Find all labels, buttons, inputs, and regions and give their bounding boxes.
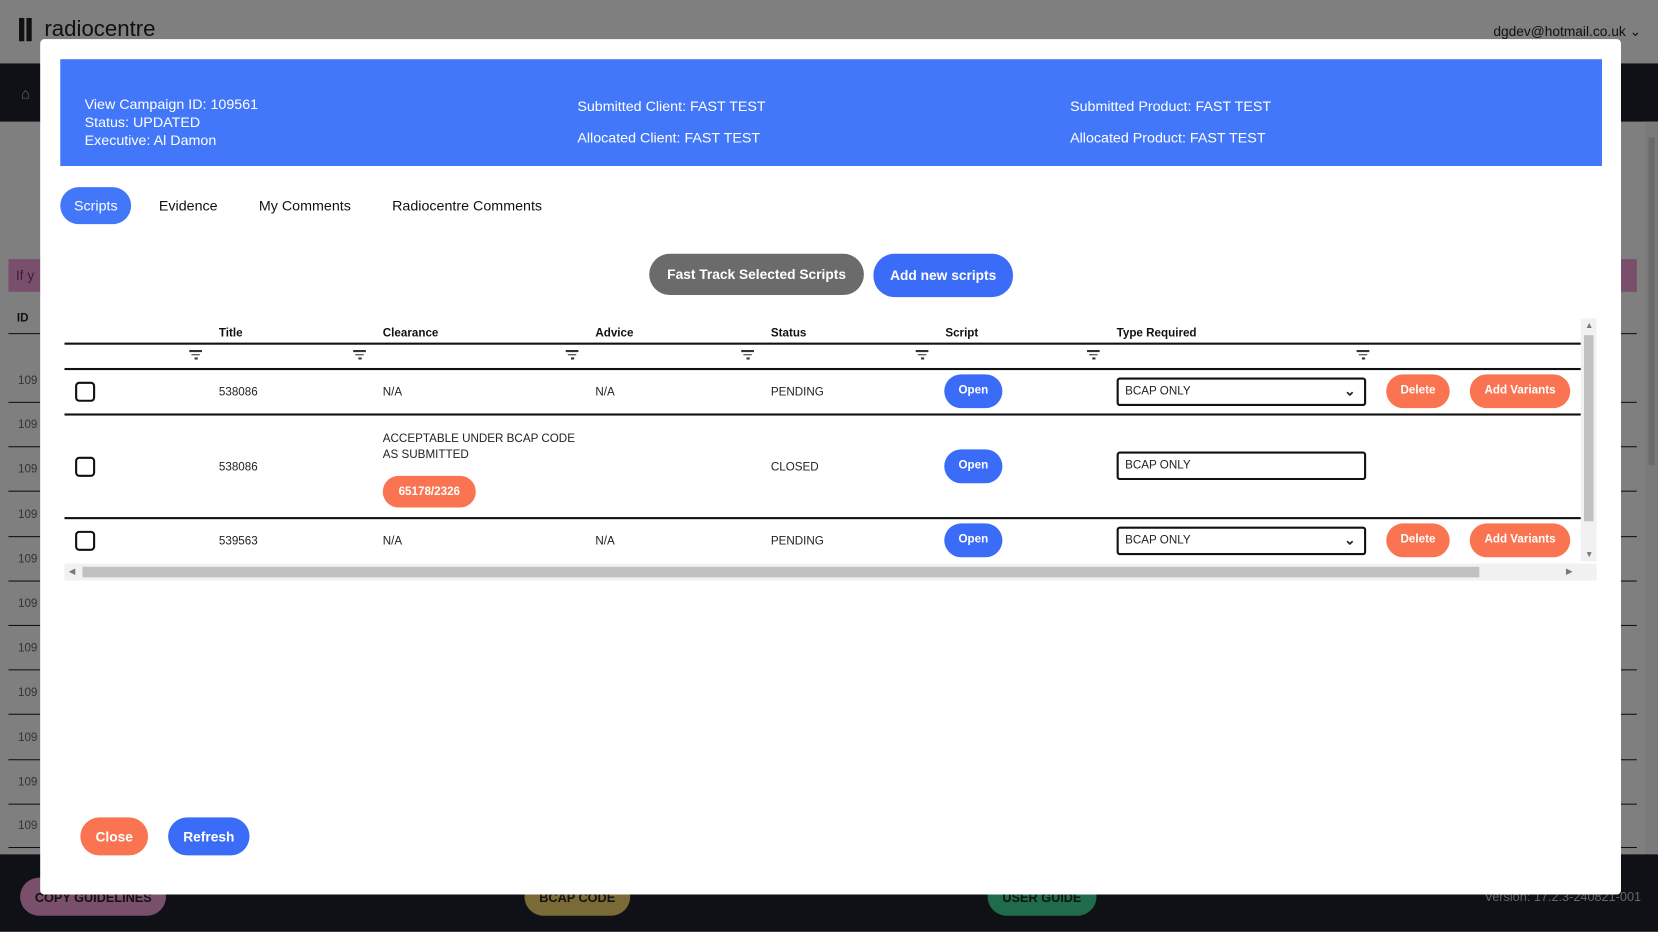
bg-row-id: 109 (17, 463, 38, 476)
close-button[interactable]: Close (80, 817, 149, 856)
chevron-down-icon: ⌄ (1344, 382, 1356, 399)
filter-icon[interactable] (565, 349, 579, 361)
col-type-required[interactable]: Type Required (1117, 327, 1197, 340)
row-status: CLOSED (770, 461, 819, 474)
tab-scripts[interactable]: Scripts (60, 187, 132, 225)
fast-track-button[interactable]: Fast Track Selected Scripts (649, 253, 864, 296)
campaign-modal: View Campaign ID: 109561 Status: UPDATED… (40, 39, 1621, 895)
campaign-header: View Campaign ID: 109561 Status: UPDATED… (60, 59, 1602, 167)
tab-radiocentre-comments[interactable]: Radiocentre Comments (378, 187, 555, 224)
delete-button[interactable]: Delete (1386, 374, 1450, 409)
row-checkbox[interactable] (75, 381, 96, 402)
col-advice[interactable]: Advice (595, 327, 633, 340)
open-script-button[interactable]: Open (944, 374, 1003, 409)
user-menu[interactable]: dgdev@hotmail.co.uk ⌄ (1493, 23, 1641, 40)
col-status[interactable]: Status (771, 327, 807, 340)
table-horizontal-scrollbar[interactable]: ◀ ▶ (64, 563, 1597, 581)
col-script[interactable]: Script (945, 327, 978, 340)
delete-button[interactable]: Delete (1386, 523, 1450, 558)
allocated-product: Allocated Product: FAST TEST (1070, 130, 1266, 146)
home-icon[interactable]: ⌂ (21, 85, 36, 102)
chevron-down-icon: ⌄ (1344, 531, 1356, 548)
row-title: 538086 (218, 461, 258, 474)
add-new-scripts-button[interactable]: Add new scripts (873, 253, 1013, 298)
bg-row-id: 109 (17, 686, 38, 699)
col-clearance[interactable]: Clearance (383, 327, 439, 340)
bg-row-id: 109 (17, 731, 38, 745)
chevron-down-icon: ⌄ (1629, 23, 1642, 40)
scripts-table: Title Clearance Advice Status Script Typ… (64, 316, 1597, 563)
bg-row-id: 109 (17, 641, 38, 655)
row-advice: N/A (595, 385, 615, 399)
row-clearance: ACCEPTABLE UNDER BCAP CODE (382, 432, 575, 446)
row-clearance: N/A (382, 535, 403, 548)
bg-row-id: 109 (17, 819, 38, 833)
tab-my-comments[interactable]: My Comments (245, 187, 365, 224)
allocated-client: Allocated Client: FAST TEST (577, 130, 761, 146)
bg-id-header: ID (16, 311, 29, 325)
type-required-select[interactable]: BCAP ONLY ⌄ (1116, 377, 1367, 407)
type-required-field: BCAP ONLY (1116, 451, 1367, 481)
table-vertical-scrollbar[interactable]: ▲ ▼ (1580, 318, 1597, 562)
add-variants-button[interactable]: Add Variants (1469, 374, 1571, 409)
row-checkbox[interactable] (75, 456, 96, 477)
campaign-id: View Campaign ID: 109561 (84, 96, 259, 113)
row-advice: N/A (595, 535, 615, 548)
filter-icon[interactable] (915, 349, 929, 361)
select-value: BCAP ONLY (1125, 384, 1191, 398)
row-checkbox[interactable] (75, 530, 96, 551)
bg-row-id: 109 (17, 374, 38, 388)
bg-row-id: 109 (17, 508, 38, 522)
select-value: BCAP ONLY (1125, 533, 1191, 547)
page-scrollbar[interactable] (1645, 121, 1658, 855)
campaign-status: Status: UPDATED (84, 114, 201, 131)
refresh-button[interactable]: Refresh (168, 817, 250, 856)
user-email: dgdev@hotmail.co.uk (1493, 23, 1626, 40)
filter-icon[interactable] (741, 349, 754, 361)
campaign-executive: Executive: Al Damon (84, 132, 217, 149)
bg-row-id: 109 (17, 597, 38, 611)
filter-icon[interactable] (1356, 349, 1370, 361)
row-clearance-line2: AS SUBMITTED (382, 448, 469, 462)
clearance-code-badge[interactable]: 65178/2326 (382, 475, 476, 508)
field-value: BCAP ONLY (1125, 458, 1191, 472)
open-script-button[interactable]: Open (944, 523, 1003, 558)
row-title: 539563 (218, 535, 258, 548)
col-title[interactable]: Title (219, 327, 243, 340)
open-script-button[interactable]: Open (944, 449, 1003, 484)
tab-evidence[interactable]: Evidence (145, 187, 231, 224)
row-status: PENDING (770, 535, 824, 548)
row-title: 538086 (218, 385, 258, 399)
submitted-product: Submitted Product: FAST TEST (1070, 98, 1272, 115)
row-status: PENDING (770, 385, 824, 399)
filter-icon[interactable] (1087, 349, 1100, 361)
filter-icon[interactable] (189, 349, 202, 361)
bg-row-id: 109 (17, 553, 38, 566)
row-clearance: N/A (382, 385, 403, 399)
bg-row-id: 109 (17, 776, 38, 789)
bg-row-id: 109 (17, 418, 38, 432)
logo-mark-icon (19, 17, 40, 42)
tabs: Scripts Evidence My Comments Radiocentre… (60, 187, 569, 225)
filter-icon[interactable] (353, 349, 366, 361)
add-variants-button[interactable]: Add Variants (1469, 523, 1571, 558)
submitted-client: Submitted Client: FAST TEST (577, 98, 766, 115)
type-required-select[interactable]: BCAP ONLY ⌄ (1116, 526, 1367, 556)
